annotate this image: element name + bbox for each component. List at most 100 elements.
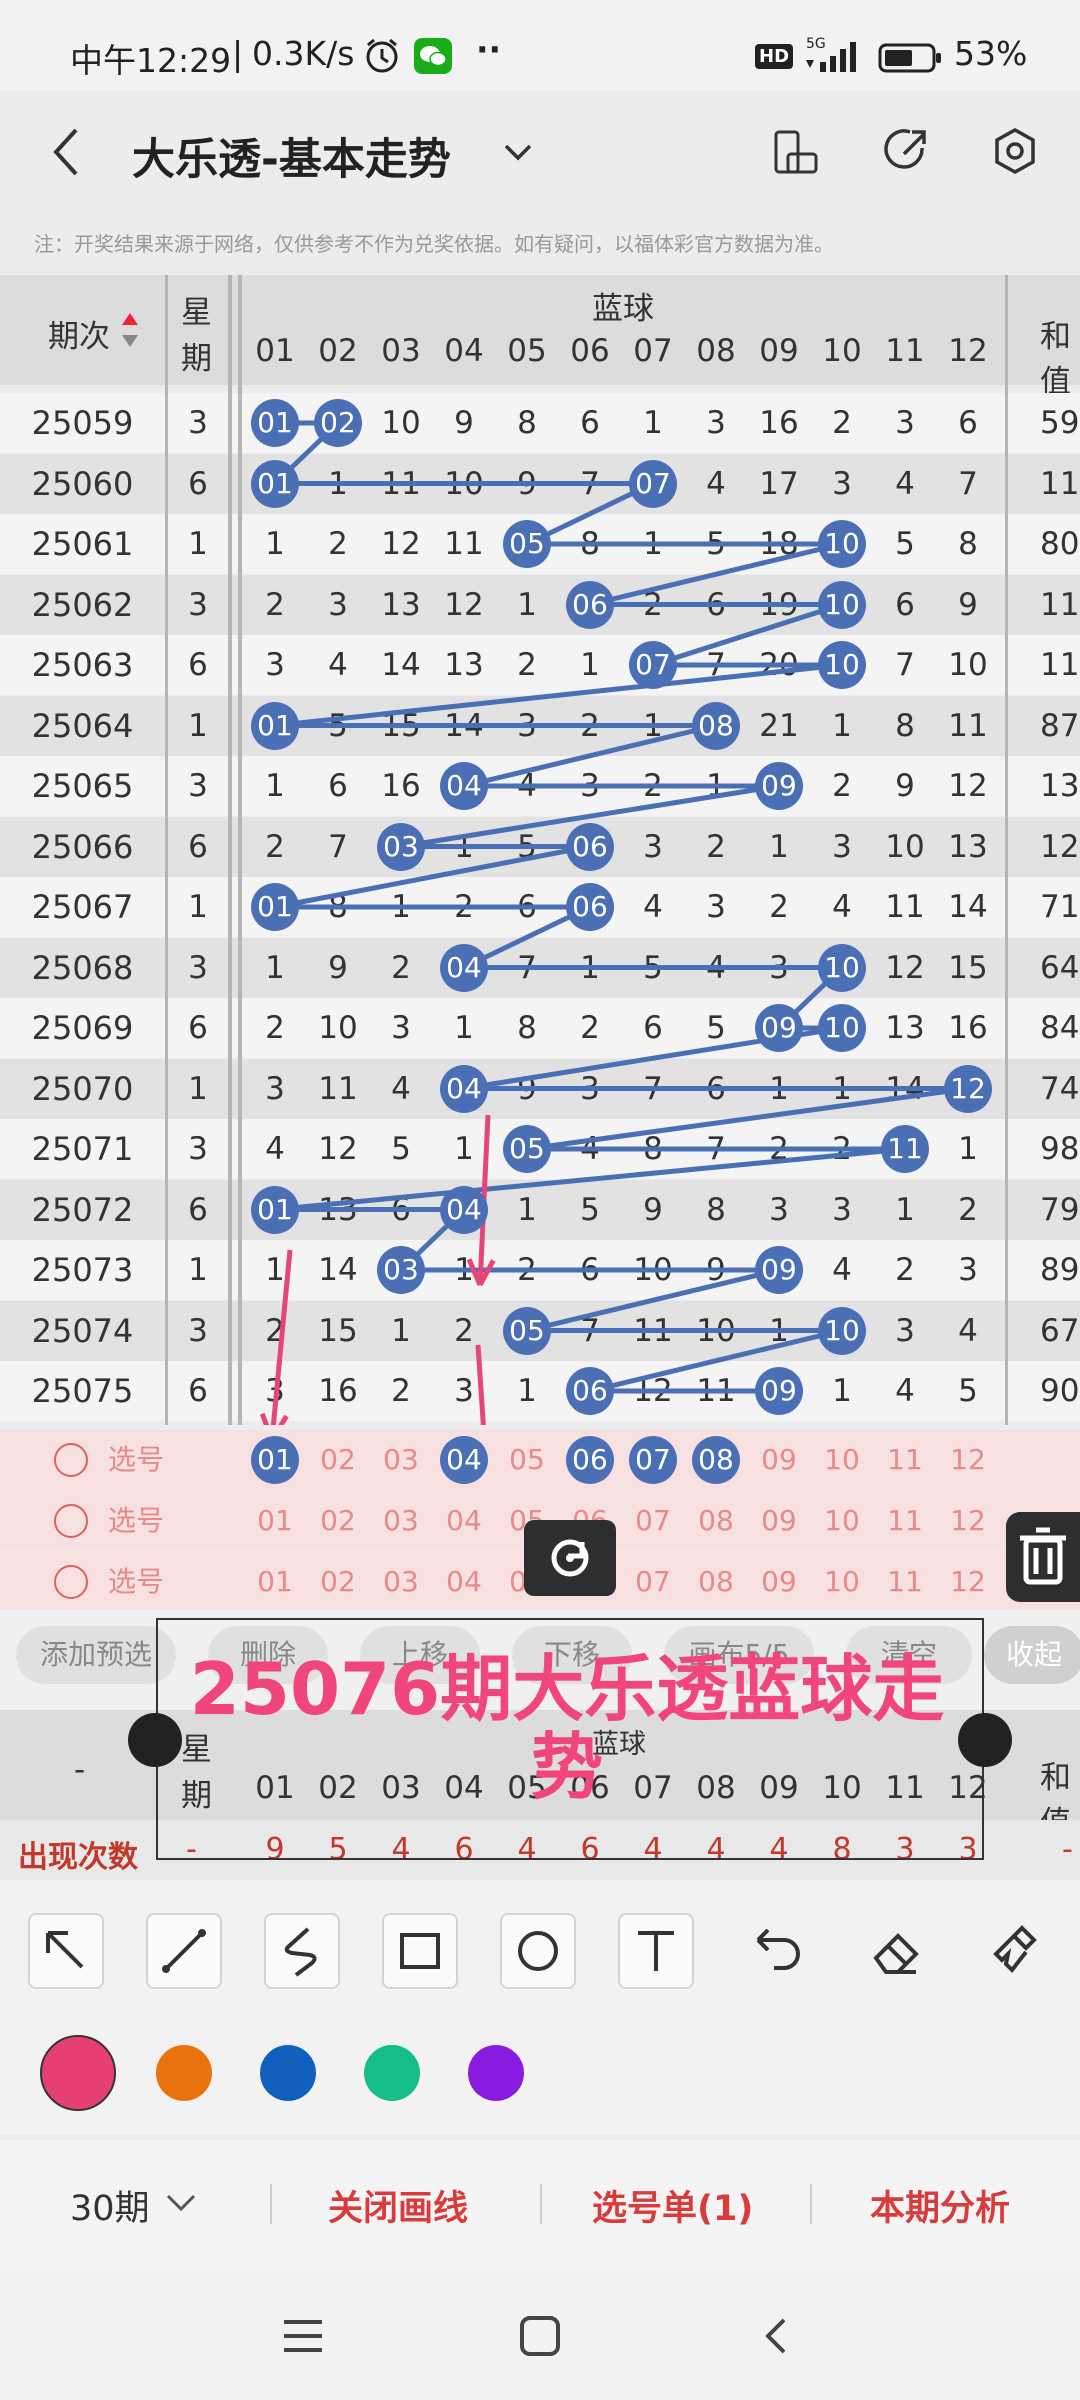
pick-number[interactable]: 09 [749, 1552, 809, 1612]
blue-ball-hit: 10 [818, 1306, 866, 1355]
wechat-icon [414, 38, 452, 74]
pick-number[interactable]: 05 [497, 1430, 557, 1490]
circle-tool[interactable] [500, 1913, 576, 1989]
pick-number[interactable]: 02 [308, 1430, 368, 1490]
pick-number[interactable]: 09 [749, 1430, 809, 1490]
pick-label: 选号 [108, 1565, 165, 1598]
menu-icon[interactable] [280, 2316, 326, 2356]
close-lines-button[interactable]: 关闭画线 [328, 2180, 468, 2231]
pick-number[interactable]: 07 [623, 1491, 683, 1551]
trend-segment [589, 541, 843, 607]
freehand-tool[interactable] [264, 1913, 340, 1989]
divider [270, 2184, 272, 2224]
eraser-icon[interactable] [862, 1918, 932, 1982]
add-preselect-button[interactable]: 添加预选 [16, 1626, 176, 1684]
blue-ball-hit: 01 [251, 701, 299, 750]
undo-icon[interactable] [740, 1918, 810, 1982]
settings-icon[interactable] [990, 126, 1040, 178]
text-icon [638, 1931, 674, 1971]
trend-table: 期次 星 期 蓝球 和值 01 02 03 04 05 06 07 08 09 10 11 12 25… [0, 275, 1080, 1425]
signal-icon [806, 42, 856, 72]
line-tool[interactable] [146, 1913, 222, 1989]
pick-number-selected[interactable]: 01 [251, 1436, 299, 1484]
rectangle-tool[interactable] [382, 1913, 458, 1989]
pick-number[interactable]: 04 [434, 1491, 494, 1551]
pick-number[interactable]: 12 [938, 1491, 998, 1551]
pick-number[interactable]: 12 [938, 1552, 998, 1612]
delete-drawing-button[interactable] [1006, 1512, 1080, 1602]
drawing-toolbar [0, 1880, 1080, 2015]
blue-ball-hit: 01 [251, 883, 299, 931]
trend-segment [274, 662, 843, 728]
bottom-bar: 30期 关闭画线 选号单(1) 本期分析 [0, 2140, 1080, 2270]
share-icon[interactable] [880, 126, 930, 178]
pick-number[interactable]: 11 [875, 1430, 935, 1490]
blue-ball-hit: 06 [566, 883, 614, 931]
chevron-down-icon[interactable] [164, 2190, 198, 2216]
chevron-down-icon[interactable] [500, 138, 536, 166]
color-swatch-purple[interactable] [468, 2045, 524, 2101]
blue-ball-hit: 10 [818, 641, 866, 689]
more-notifications-icon: ·· [476, 30, 502, 69]
period-select[interactable]: 30期 [70, 2180, 150, 2231]
pick-number[interactable]: 02 [308, 1491, 368, 1551]
pick-number-selected[interactable]: 08 [692, 1436, 740, 1484]
status-net-speed: 0.3K/s [252, 34, 355, 73]
resize-handle-left[interactable] [128, 1713, 182, 1767]
blue-ball-hit: 05 [503, 520, 551, 568]
refresh-button[interactable] [524, 1520, 616, 1596]
pick-number-selected[interactable]: 06 [566, 1436, 614, 1484]
back-nav-icon[interactable] [760, 2314, 794, 2358]
status-bar: 中午12:29 | 0.3K/s ·· HD 5G 53% [0, 0, 1080, 90]
pick-radio[interactable] [54, 1565, 88, 1599]
resize-handle-right[interactable] [958, 1713, 1012, 1767]
stats-dash: - [74, 1752, 86, 1788]
pick-list-button[interactable]: 选号单(1) [592, 2180, 753, 2231]
pick-number[interactable]: 07 [623, 1552, 683, 1612]
color-swatch-green[interactable] [364, 2045, 420, 2101]
rotate-screen-icon[interactable] [772, 128, 820, 178]
color-swatch-blue[interactable] [260, 2045, 316, 2101]
pick-number[interactable]: 02 [308, 1552, 368, 1612]
pick-number[interactable]: 03 [371, 1552, 431, 1612]
pick-number[interactable]: 11 [875, 1491, 935, 1551]
pick-number[interactable]: 08 [686, 1552, 746, 1612]
pick-number[interactable]: 10 [812, 1430, 872, 1490]
trend-lines [259, 420, 969, 1425]
color-swatch-pink[interactable] [40, 2035, 116, 2111]
blue-ball-hit: 03 [377, 822, 425, 871]
pick-number[interactable]: 09 [749, 1491, 809, 1551]
pick-number[interactable]: 11 [875, 1552, 935, 1612]
color-swatch-orange[interactable] [156, 2045, 212, 2101]
divider [540, 2184, 542, 2224]
broom-icon[interactable] [982, 1918, 1052, 1982]
pick-number[interactable]: 01 [245, 1552, 305, 1612]
pick-number[interactable]: 12 [938, 1430, 998, 1490]
trash-icon [1020, 1527, 1066, 1585]
text-tool[interactable] [618, 1913, 694, 1989]
pick-number-selected[interactable]: 07 [629, 1436, 677, 1484]
blue-ball-hit: 08 [692, 701, 740, 750]
collapse-button[interactable]: 收起 [984, 1626, 1080, 1684]
disclaimer-note: 注：开奖结果来源于网络，仅供参考不作为兑奖依据。如有疑问，以福体彩官方数据为准。 [34, 232, 834, 256]
pick-radio[interactable] [54, 1443, 88, 1477]
blue-ball-hit: 06 [566, 1367, 614, 1415]
pick-number[interactable]: 04 [434, 1552, 494, 1612]
blue-ball-hit: 03 [377, 1246, 425, 1294]
current-analysis-button[interactable]: 本期分析 [870, 2180, 1010, 2231]
pick-number-selected[interactable]: 04 [440, 1436, 488, 1484]
page-title: 大乐透-基本走势 [132, 135, 451, 185]
column-divider [228, 275, 232, 1425]
pick-number[interactable]: 10 [812, 1491, 872, 1551]
pick-number[interactable]: 01 [245, 1491, 305, 1551]
pick-radio[interactable] [54, 1504, 88, 1538]
pick-number[interactable]: 10 [812, 1552, 872, 1612]
pick-label: 选号 [108, 1504, 165, 1537]
back-icon[interactable] [46, 124, 86, 180]
pick-number[interactable]: 08 [686, 1491, 746, 1551]
pick-number[interactable]: 03 [371, 1491, 431, 1551]
arrow-tool[interactable] [28, 1913, 104, 1989]
home-icon[interactable] [518, 2314, 562, 2358]
pick-number[interactable]: 03 [371, 1430, 431, 1490]
text-annotation-box[interactable]: 25076期大乐透蓝球走势 [156, 1618, 984, 1860]
